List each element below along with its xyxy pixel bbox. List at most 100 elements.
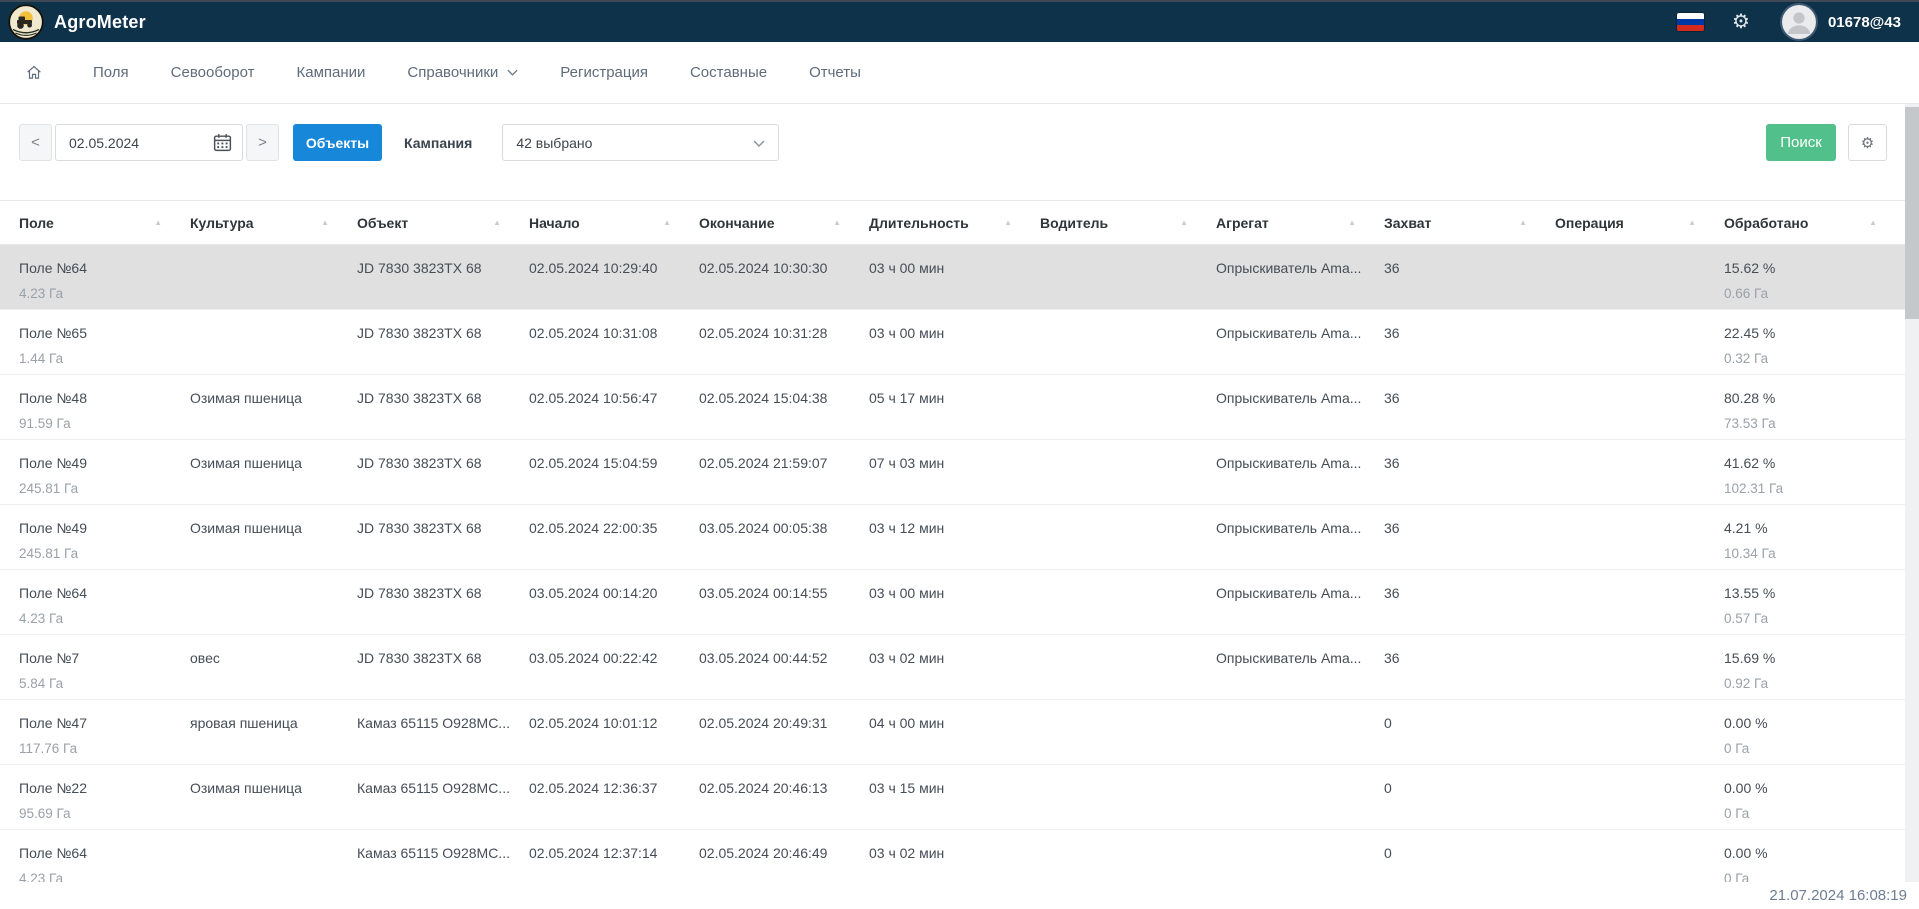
cell-end: 02.05.2024 10:31:28 [699,310,869,374]
cell-driver [1040,375,1216,439]
sort-arrow-icon[interactable]: ▲ [1004,218,1012,227]
settings-gear-icon[interactable]: ⚙ [1732,12,1750,32]
sort-arrow-icon[interactable]: ▲ [1869,218,1877,227]
calendar-icon[interactable] [212,132,233,153]
sort-arrow-icon[interactable]: ▲ [1180,218,1188,227]
cell-end: 02.05.2024 15:04:38 [699,375,869,439]
objects-select[interactable]: 42 выбрано [502,124,779,161]
cell-duration: 03 ч 00 мин [869,310,1040,374]
cell-processed: 0.00 % 0 Га [1724,700,1905,764]
cell-operation [1555,310,1724,374]
cell-field: Поле №64 4.23 Га [19,830,190,882]
cell-operation [1555,440,1724,504]
filter-toolbar: < > Объекты Кампания 42 выбрано Поиск ⚙ [0,104,1919,200]
language-flag-russia-icon[interactable] [1677,13,1704,31]
column-header[interactable]: Объект ▲ [357,215,529,231]
cell-duration: 03 ч 12 мин [869,505,1040,569]
nav-item-sostavnye[interactable]: Составные [690,64,767,81]
vertical-scrollbar[interactable] [1905,104,1919,882]
table-row[interactable]: Поле №64 4.23 Га Камаз 65115 О928МС... 0… [0,830,1905,882]
table-row[interactable]: Поле №49 245.81 Га Озимая пшеница JD 783… [0,440,1905,505]
sort-arrow-icon[interactable]: ▲ [493,218,501,227]
cell-object: Камаз 65115 О928МС... [357,765,529,829]
table-row[interactable]: Поле №64 4.23 Га JD 7830 3823TX 68 02.05… [0,245,1905,310]
cell-field: Поле №47 117.76 Га [19,700,190,764]
table-row[interactable]: Поле №7 5.84 Га овес JD 7830 3823TX 68 0… [0,635,1905,700]
cell-aggregate: Опрыскиватель Ama... [1216,440,1384,504]
campaign-toggle-button[interactable]: Кампания [396,124,480,161]
cell-end: 02.05.2024 10:30:30 [699,245,869,309]
user-id[interactable]: 01678@43 [1828,14,1901,31]
cell-start: 02.05.2024 10:29:40 [529,245,699,309]
main-nav: Поля Севооборот Кампании Справочники Рег… [0,42,1919,104]
cell-aggregate: Опрыскиватель Ama... [1216,570,1384,634]
column-header[interactable]: Захват ▲ [1384,215,1555,231]
column-header[interactable]: Агрегат ▲ [1216,215,1384,231]
objects-toggle-button[interactable]: Объекты [293,124,382,161]
table-row[interactable]: Поле №64 4.23 Га JD 7830 3823TX 68 03.05… [0,570,1905,635]
cell-driver [1040,245,1216,309]
sort-arrow-icon[interactable]: ▲ [154,218,162,227]
column-header-label: Водитель [1040,215,1108,231]
prev-date-button[interactable]: < [19,124,52,161]
nav-item-spravochniki[interactable]: Справочники [407,64,518,81]
cell-object: JD 7830 3823TX 68 [357,505,529,569]
nav-item-label: Отчеты [809,64,861,81]
table-row[interactable]: Поле №22 95.69 Га Озимая пшеница Камаз 6… [0,765,1905,830]
table-row[interactable]: Поле №48 91.59 Га Озимая пшеница JD 7830… [0,375,1905,440]
nav-item-kampanii[interactable]: Кампании [297,64,366,81]
scrollbar-thumb[interactable] [1905,107,1919,319]
cell-duration: 03 ч 02 мин [869,635,1040,699]
table-row[interactable]: Поле №47 117.76 Га яровая пшеница Камаз … [0,700,1905,765]
cell-processed: 15.69 % 0.92 Га [1724,635,1905,699]
sort-arrow-icon[interactable]: ▲ [1519,218,1527,227]
sort-arrow-icon[interactable]: ▲ [833,218,841,227]
column-header[interactable]: Окончание ▲ [699,215,869,231]
cell-driver [1040,505,1216,569]
cell-duration: 03 ч 02 мин [869,830,1040,882]
table-body: Поле №64 4.23 Га JD 7830 3823TX 68 02.05… [0,245,1905,882]
sort-arrow-icon[interactable]: ▲ [1688,218,1696,227]
cell-duration: 03 ч 00 мин [869,245,1040,309]
home-icon[interactable] [25,64,43,82]
nav-item-otchety[interactable]: Отчеты [809,64,861,81]
column-header[interactable]: Операция ▲ [1555,215,1724,231]
topbar: AgroMeter ⚙ 01678@43 [0,0,1919,42]
nav-item-label: Севооборот [171,64,255,81]
last-update-timestamp: 21.07.2024 16:08:19 [1769,887,1907,904]
date-input[interactable] [56,135,212,151]
column-header[interactable]: Обработано ▲ [1724,215,1905,231]
cell-driver [1040,570,1216,634]
cell-start: 03.05.2024 00:14:20 [529,570,699,634]
column-header[interactable]: Длительность ▲ [869,215,1040,231]
column-header[interactable]: Культура ▲ [190,215,357,231]
avatar[interactable] [1782,5,1816,39]
cell-object: Камаз 65115 О928МС... [357,830,529,882]
sort-arrow-icon[interactable]: ▲ [321,218,329,227]
next-date-button[interactable]: > [246,124,279,161]
cell-field: Поле №64 4.23 Га [19,245,190,309]
nav-item-polya[interactable]: Поля [93,64,129,81]
column-header[interactable]: Начало ▲ [529,215,699,231]
cell-driver [1040,830,1216,882]
nav-item-registraciya[interactable]: Регистрация [560,64,648,81]
cell-operation [1555,635,1724,699]
objects-select-value: 42 выбрано [516,135,753,151]
table-row[interactable]: Поле №65 1.44 Га JD 7830 3823TX 68 02.05… [0,310,1905,375]
chevron-down-icon [507,69,518,76]
table-row[interactable]: Поле №49 245.81 Га Озимая пшеница JD 783… [0,505,1905,570]
grid-settings-button[interactable]: ⚙ [1848,124,1887,161]
cell-operation [1555,505,1724,569]
column-header-label: Окончание [699,215,774,231]
cell-end: 02.05.2024 20:46:49 [699,830,869,882]
nav-item-sevooborot[interactable]: Севооборот [171,64,255,81]
sort-arrow-icon[interactable]: ▲ [1348,218,1356,227]
column-header[interactable]: Поле ▲ [19,215,190,231]
cell-aggregate: Опрыскиватель Ama... [1216,310,1384,374]
column-header[interactable]: Водитель ▲ [1040,215,1216,231]
sort-arrow-icon[interactable]: ▲ [663,218,671,227]
cell-culture [190,570,357,634]
cell-operation [1555,700,1724,764]
nav-item-label: Справочники [407,64,498,81]
search-button[interactable]: Поиск [1766,124,1836,161]
